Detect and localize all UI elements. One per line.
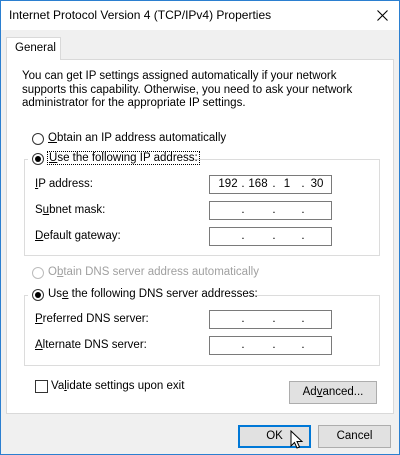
default-gateway-field[interactable]: . . . bbox=[209, 227, 332, 246]
preferred-dns-field[interactable]: . . . bbox=[209, 310, 332, 329]
ip-octet-1[interactable]: 192 bbox=[215, 178, 241, 190]
octet-separator: . bbox=[301, 339, 305, 351]
subnet-mask-label: Subnet mask: bbox=[35, 204, 106, 216]
subnet-mask-field[interactable]: . . . bbox=[209, 201, 332, 220]
use-ip-manual-radio[interactable] bbox=[32, 153, 44, 165]
validate-label[interactable]: Validate settings upon exit bbox=[51, 380, 184, 392]
advanced-button[interactable]: Advanced... bbox=[289, 381, 377, 404]
octet-separator: . bbox=[272, 313, 276, 325]
octet-separator: . bbox=[272, 339, 276, 351]
obtain-ip-auto-label[interactable]: Obtain an IP address automatically bbox=[48, 132, 226, 144]
mouse-cursor-icon bbox=[290, 429, 304, 453]
tab-general[interactable]: General bbox=[6, 37, 61, 60]
ip-octet-2[interactable]: 168 bbox=[245, 178, 271, 190]
obtain-ip-auto-radio[interactable] bbox=[32, 133, 44, 145]
use-dns-manual-label[interactable]: Use the following DNS server addresses: bbox=[48, 288, 258, 300]
ip-octet-4[interactable]: 30 bbox=[304, 178, 330, 190]
tab-general-label: General bbox=[15, 42, 56, 54]
octet-separator: . bbox=[241, 339, 245, 351]
intro-text: You can get IP settings assigned automat… bbox=[22, 70, 353, 109]
obtain-dns-auto-label: Obtain DNS server address automatically bbox=[48, 266, 259, 278]
default-gateway-label: Default gateway: bbox=[35, 230, 121, 242]
window-title: Internet Protocol Version 4 (TCP/IPv4) P… bbox=[9, 8, 272, 22]
preferred-dns-label: Preferred DNS server: bbox=[35, 313, 149, 325]
validate-checkbox[interactable] bbox=[35, 380, 48, 393]
octet-separator: . bbox=[301, 204, 305, 216]
octet-separator: . bbox=[272, 204, 276, 216]
cancel-button[interactable]: Cancel bbox=[318, 425, 391, 448]
obtain-dns-auto-radio[interactable] bbox=[32, 267, 44, 279]
octet-separator: . bbox=[241, 230, 245, 242]
ip-octet-3[interactable]: 1 bbox=[274, 178, 300, 190]
octet-separator: . bbox=[241, 204, 245, 216]
close-button[interactable] bbox=[366, 1, 399, 30]
ip-address-label: IP address: bbox=[35, 178, 93, 190]
octet-separator: . bbox=[241, 313, 245, 325]
octet-separator: . bbox=[272, 230, 276, 242]
octet-separator: . bbox=[301, 230, 305, 242]
use-ip-manual-label[interactable]: Use the following IP address: bbox=[47, 151, 200, 165]
alternate-dns-label: Alternate DNS server: bbox=[35, 339, 147, 351]
alternate-dns-field[interactable]: . . . bbox=[209, 336, 332, 355]
ip-address-field[interactable]: 192 . 168 . 1 . 30 bbox=[209, 175, 332, 194]
use-dns-manual-radio[interactable] bbox=[32, 289, 44, 301]
octet-separator: . bbox=[301, 313, 305, 325]
close-icon bbox=[377, 10, 388, 21]
dns-server-group bbox=[24, 295, 380, 366]
